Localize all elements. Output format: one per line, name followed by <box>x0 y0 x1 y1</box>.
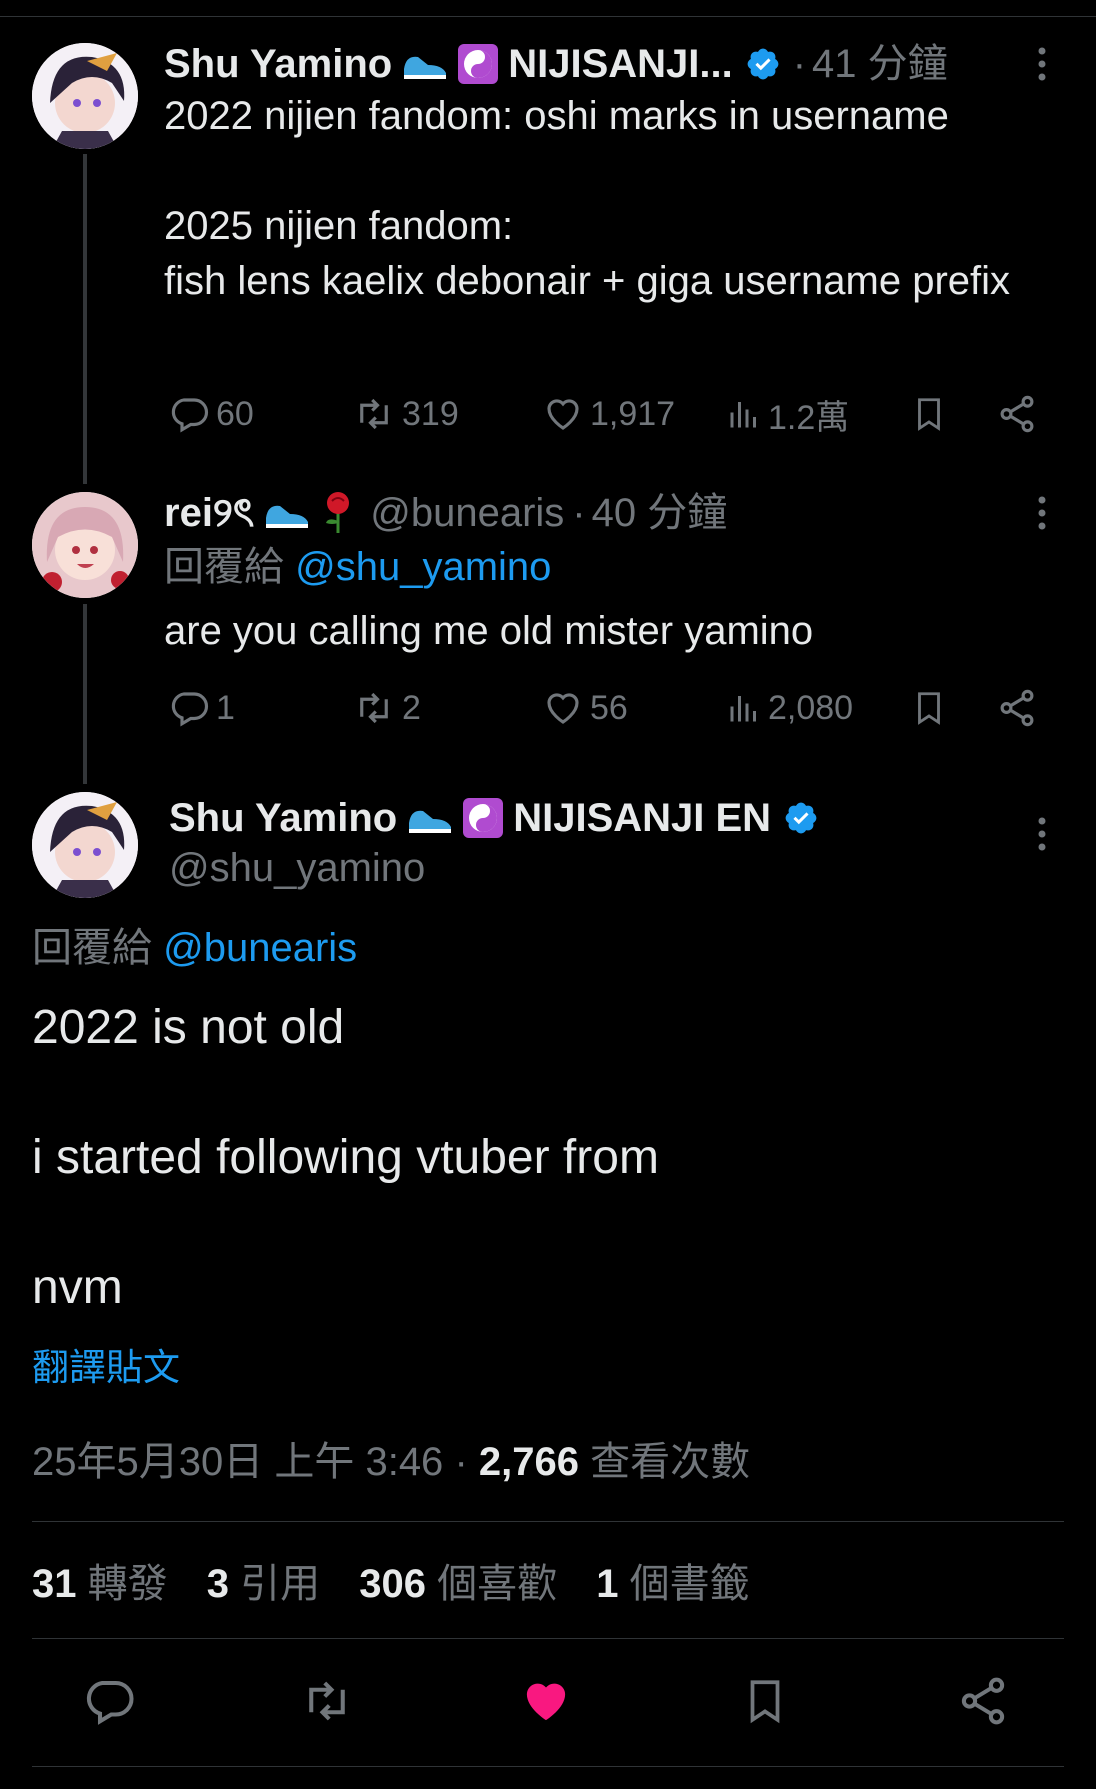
reply-button[interactable]: 60 <box>168 389 254 439</box>
heart-icon <box>547 693 579 724</box>
reply-icon <box>171 398 209 433</box>
shoe-emoji-icon <box>407 801 453 835</box>
share-button[interactable] <box>956 1671 1010 1731</box>
reply-label: 回覆給 <box>164 545 284 589</box>
user-handle[interactable]: @shu_yamino <box>169 844 425 892</box>
view-count: 2,080 <box>768 688 854 727</box>
separator-dot: · <box>454 1440 479 1484</box>
bookmark-icon <box>918 692 940 725</box>
views-button[interactable]: 2,080 <box>726 683 853 733</box>
display-name[interactable]: rei୨ৎ <box>164 489 254 537</box>
display-name-suffix[interactable]: NIJISANJI EN <box>513 794 771 842</box>
separator-dot: · <box>572 491 586 535</box>
tweet-text: are you calling me old mister yamino <box>164 609 814 653</box>
retweet-icon <box>360 692 388 724</box>
like-count: 56 <box>590 688 628 727</box>
reply-mention-link[interactable]: @shu_yamino <box>295 545 551 589</box>
bookmarks-stat[interactable]: 1 個書籤 <box>596 1562 749 1606</box>
shoe-emoji-icon <box>402 47 448 81</box>
views-icon <box>730 402 756 428</box>
reply-icon <box>86 1680 134 1725</box>
verified-badge-icon <box>783 800 819 836</box>
thread-line <box>83 604 87 784</box>
retweet-button[interactable] <box>297 1671 357 1731</box>
display-name-suffix[interactable]: NIJISANJI... <box>508 40 733 88</box>
retweet-count: 2 <box>402 688 421 727</box>
tweet-text: 2022 nijien fandom: oshi marks in userna… <box>164 94 1011 303</box>
heart-icon <box>526 1683 566 1721</box>
share-icon <box>1000 689 1034 727</box>
tweet-time[interactable]: 41 分鐘 <box>812 40 948 88</box>
divider <box>32 1638 1064 1639</box>
retweet-button[interactable]: 319 <box>352 389 459 439</box>
bookmark-icon <box>750 1680 780 1724</box>
bookmark-icon <box>918 398 940 431</box>
reply-mention-link[interactable]: @bunearis <box>163 926 357 970</box>
reply-count: 1 <box>216 688 235 727</box>
tweet-timestamp[interactable]: 25年5月30日 上午 3:46 <box>32 1440 443 1484</box>
yin-yang-icon <box>463 798 504 838</box>
avatar-rei[interactable] <box>32 492 138 598</box>
translate-link[interactable]: 翻譯貼文 <box>32 1344 180 1392</box>
avatar-shu[interactable] <box>32 43 138 149</box>
retweet-icon <box>309 1681 345 1721</box>
likes-stat[interactable]: 306 個喜歡 <box>359 1562 557 1606</box>
views-label: 查看次數 <box>590 1440 751 1484</box>
views-button[interactable]: 1.2萬 <box>726 389 849 439</box>
bookmark-button[interactable] <box>740 1671 790 1731</box>
more-options-icon[interactable] <box>1022 493 1062 533</box>
like-count: 1,917 <box>590 394 676 433</box>
tweet2-actions: 1 2 56 2,080 <box>164 683 1064 733</box>
share-icon <box>961 1677 1005 1725</box>
retweet-icon <box>360 398 388 430</box>
reply-count: 60 <box>216 394 254 433</box>
display-name[interactable]: Shu Yamino <box>164 40 392 88</box>
bookmark-button[interactable] <box>910 683 948 733</box>
top-divider <box>0 16 1096 17</box>
tweet1-header: Shu Yamino NIJISANJI... · 41 分鐘 <box>164 40 948 88</box>
retweets-stat[interactable]: 31 轉發 <box>32 1562 168 1606</box>
reply-button[interactable] <box>82 1671 136 1731</box>
like-button[interactable] <box>519 1671 573 1731</box>
reply-button[interactable]: 1 <box>168 683 235 733</box>
retweet-count: 319 <box>402 394 459 433</box>
tweet2-header: rei୨ৎ @bunearis · 40 分鐘 <box>164 489 727 537</box>
reply-label: 回覆給 <box>32 926 152 970</box>
user-handle[interactable]: @bunearis <box>370 489 564 537</box>
verified-badge-icon <box>745 46 781 82</box>
view-count: 2,766 <box>478 1440 579 1484</box>
bookmark-button[interactable] <box>910 389 948 439</box>
main-header: Shu Yamino NIJISANJI EN <box>169 794 819 842</box>
share-button[interactable] <box>996 389 1038 439</box>
yin-yang-icon <box>458 44 499 84</box>
share-button[interactable] <box>996 683 1038 733</box>
like-button[interactable]: 1,917 <box>542 389 675 439</box>
reply-context: 回覆給 @shu_yamino <box>164 543 551 591</box>
like-button[interactable]: 56 <box>542 683 628 733</box>
rose-emoji-icon <box>320 491 356 535</box>
view-count: 1.2萬 <box>768 398 850 437</box>
retweet-button[interactable]: 2 <box>352 683 421 733</box>
more-options-icon[interactable] <box>1022 814 1062 854</box>
tweet-metadata: 25年5月30日 上午 3:46 · 2,766 查看次數 <box>32 1438 750 1486</box>
quotes-stat[interactable]: 3 引用 <box>207 1562 320 1606</box>
divider <box>32 1766 1064 1767</box>
reply-icon <box>171 692 209 727</box>
thread-line <box>83 154 87 484</box>
main-tweet-text: 2022 is not old i started following vtub… <box>32 1001 659 1314</box>
share-icon <box>1000 395 1034 433</box>
tweet1-actions: 60 319 1,917 1.2萬 <box>164 389 1064 439</box>
tweet-time[interactable]: 40 分鐘 <box>592 489 728 537</box>
more-options-icon[interactable] <box>1022 44 1062 84</box>
shoe-emoji-icon <box>264 496 310 530</box>
avatar-shu-main[interactable] <box>32 792 138 898</box>
heart-icon <box>547 399 579 430</box>
reply-context: 回覆給 @bunearis <box>32 924 357 972</box>
engagement-stats: 31 轉發 3 引用 306 個喜歡 1 個書籤 <box>32 1560 750 1608</box>
main-actions <box>0 1671 1096 1731</box>
divider <box>32 1521 1064 1522</box>
separator-dot: · <box>792 42 807 86</box>
views-icon <box>730 696 756 722</box>
display-name[interactable]: Shu Yamino <box>169 794 397 842</box>
